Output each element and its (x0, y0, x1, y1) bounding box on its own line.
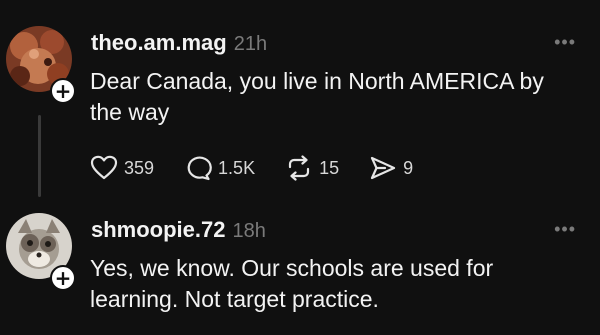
share-count: 9 (403, 157, 414, 178)
more-options-icon[interactable]: ••• (554, 219, 576, 240)
timestamp: 21h (233, 33, 268, 55)
timestamp: 18h (232, 220, 266, 242)
share-button[interactable]: 9 (369, 155, 413, 181)
follow-plus-icon[interactable]: + (50, 265, 76, 291)
avatar-theo-am-mag[interactable]: + (6, 26, 76, 104)
post-text: Dear Canada, you live in North AMERICA b… (90, 68, 544, 125)
avatar-shmoopie-72[interactable]: + (6, 213, 76, 291)
like-count: 359 (124, 157, 155, 178)
post-header: shmoopie.72 18h (91, 217, 266, 243)
username[interactable]: theo.am.mag (91, 30, 227, 56)
heart-icon (90, 155, 118, 181)
follow-plus-icon[interactable]: + (50, 78, 76, 104)
repost-count: 15 (319, 157, 340, 178)
post-2: + shmoopie.72 18h ••• Yes, we know. Our … (0, 205, 600, 335)
post-header: theo.am.mag 21h (91, 30, 267, 56)
post-text: Yes, we know. Our schools are used for l… (90, 255, 494, 312)
repost-arrows-icon (285, 155, 313, 181)
reply-count: 1.5K (218, 157, 256, 178)
action-bar: 359 1.5K 15 9 (90, 155, 443, 181)
repost-button[interactable]: 15 (285, 155, 339, 181)
username[interactable]: shmoopie.72 (91, 217, 225, 243)
thread-line (38, 115, 41, 197)
like-button[interactable]: 359 (90, 155, 154, 181)
comment-bubble-icon (184, 155, 212, 181)
more-options-icon[interactable]: ••• (554, 32, 576, 53)
reply-button[interactable]: 1.5K (184, 155, 255, 181)
post-1: + theo.am.mag 21h ••• Dear Canada, you l… (0, 0, 600, 205)
send-arrow-icon (369, 155, 397, 181)
